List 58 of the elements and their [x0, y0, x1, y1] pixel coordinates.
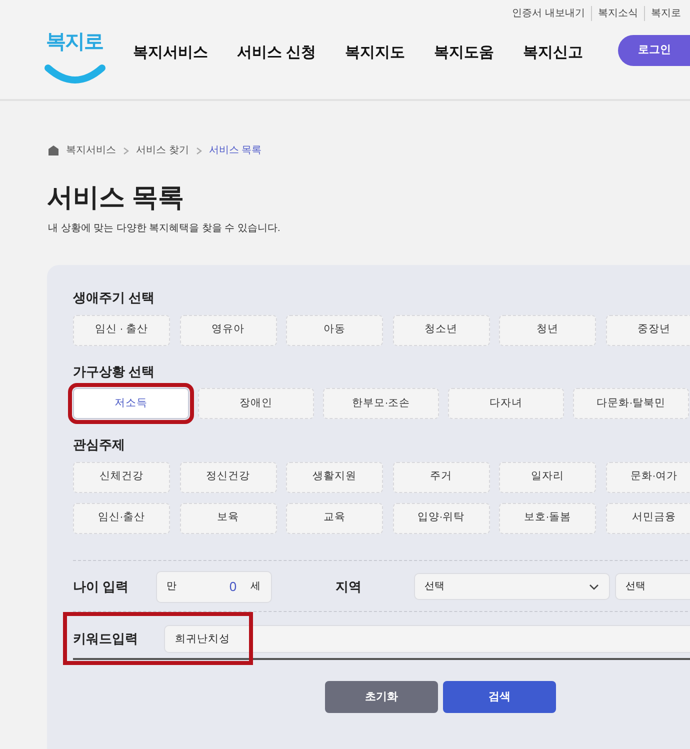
section-label: 관심주제 [73, 437, 126, 453]
unit-label: 세 [250, 580, 261, 594]
chevron-down-icon [588, 584, 599, 590]
filter-chip[interactable]: 생활지원 [286, 462, 383, 493]
filter-chip[interactable]: 주거 [392, 462, 490, 493]
nav-link[interactable]: 서비스 신청 [237, 42, 316, 64]
filter-chip[interactable]: 보육 [180, 502, 276, 534]
section-label: 생애주기 선택 [73, 290, 156, 306]
filter-chip[interactable]: 신체건강 [73, 462, 170, 493]
breadcrumb-link[interactable]: 서비스 목록 [208, 143, 262, 158]
chevron-icon [123, 146, 129, 154]
filter-chip[interactable]: 문화·여가 [606, 462, 690, 493]
search-button[interactable]: 검색 [443, 680, 556, 713]
select-value: 선택 [626, 580, 646, 594]
reset-button[interactable]: 초기화 [325, 680, 438, 713]
smile-icon [44, 64, 106, 86]
select-value: 선택 [424, 580, 445, 594]
top-link[interactable]: 복지로 [644, 6, 687, 21]
region-select[interactable]: 선택 [614, 573, 690, 600]
region-select[interactable]: 선택 [414, 573, 610, 600]
filter-chip[interactable]: 정신건강 [180, 462, 276, 493]
page-subtitle: 내 상황에 맞는 다양한 복지혜택을 찾을 수 있습니다. [48, 222, 280, 236]
nav-link[interactable]: 복지신고 [523, 42, 584, 64]
filter-chip[interactable]: 다자녀 [448, 388, 564, 420]
filter-chip[interactable]: 청년 [499, 314, 596, 346]
filter-chip[interactable]: 교육 [286, 502, 383, 534]
filter-chip[interactable]: 서민금융 [606, 502, 690, 534]
page-title: 서비스 목록 [47, 182, 184, 214]
filter-chip[interactable]: 영유아 [180, 314, 276, 346]
keyword-field[interactable]: 희귀난치성 [164, 624, 690, 653]
filter-chip[interactable]: 장애인 [198, 388, 314, 420]
filter-chip[interactable]: 보호·돌봄 [499, 502, 596, 534]
filter-chip[interactable]: 입양·위탁 [392, 502, 490, 534]
filter-chip[interactable]: 중장년 [606, 314, 690, 346]
filter-chip[interactable]: 임신 · 출산 [73, 314, 170, 346]
filter-chip[interactable]: 청소년 [392, 314, 490, 346]
filter-chip[interactable]: 다문화·탈북민 [573, 388, 689, 420]
age-value: 0 [229, 578, 237, 596]
section-label: 가구상황 선택 [73, 364, 156, 380]
field-label: 지역 [336, 578, 362, 596]
nav-link[interactable]: 복지지도 [345, 42, 406, 64]
age-field[interactable]: 만 0 세 [156, 570, 272, 603]
breadcrumb-link[interactable]: 서비스 찾기 [136, 143, 189, 158]
filter-chip[interactable]: 한부모·조손 [323, 388, 439, 420]
filter-chip[interactable]: 일자리 [499, 462, 596, 493]
chevron-icon [196, 146, 202, 154]
unit-label: 만 [166, 580, 177, 594]
breadcrumb-link[interactable]: 복지서비스 [66, 143, 116, 158]
field-label: 나이 입력 [73, 578, 129, 596]
filter-chip[interactable]: 아동 [286, 314, 383, 346]
top-link[interactable]: 복지소식 [591, 6, 644, 21]
home-icon [48, 145, 59, 156]
filter-chip[interactable]: 임신·출산 [73, 502, 170, 534]
login-button[interactable]: 로그인 [618, 35, 690, 66]
nav-link[interactable]: 복지도움 [434, 42, 494, 64]
field-label: 키워드입력 [73, 630, 138, 648]
nav-link[interactable]: 복지서비스 [133, 42, 208, 64]
top-link[interactable]: 인증서 내보내기 [512, 6, 591, 21]
